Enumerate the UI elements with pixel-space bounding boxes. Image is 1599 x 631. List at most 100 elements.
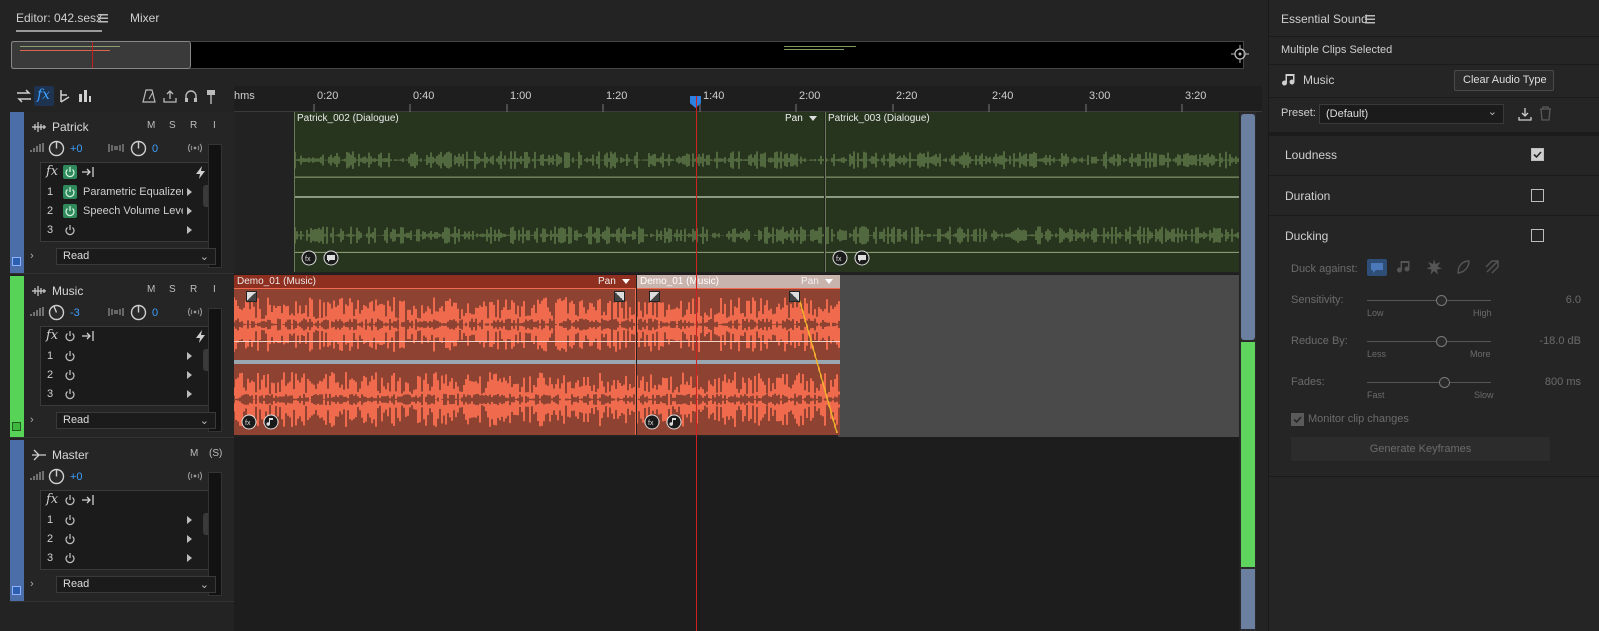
- power-icon[interactable]: [63, 493, 77, 507]
- clip-demo-01-a[interactable]: Demo_01 (Music) Pan fx: [234, 275, 636, 435]
- insert-icon[interactable]: [81, 166, 95, 178]
- track-color-strip[interactable]: [10, 440, 24, 601]
- switch-icon[interactable]: [16, 89, 32, 103]
- chevron-right-icon[interactable]: [187, 207, 192, 215]
- overview-bar[interactable]: [11, 41, 1244, 69]
- volume-value[interactable]: +0: [70, 471, 83, 483]
- fade-in-handle[interactable]: [246, 291, 257, 302]
- pan-value[interactable]: 0: [152, 143, 158, 155]
- preset-select[interactable]: (Default) ⌄: [1319, 104, 1504, 124]
- marker-icon[interactable]: [205, 89, 217, 105]
- clip-pan-label[interactable]: Pan: [785, 113, 803, 124]
- ducking-label[interactable]: Ducking: [1285, 229, 1328, 243]
- clip-fx-icon[interactable]: fx: [301, 250, 317, 266]
- effect-slot[interactable]: 1: [41, 511, 217, 530]
- chevron-right-icon[interactable]: [187, 554, 192, 562]
- pan-knob[interactable]: [130, 140, 147, 157]
- fades-value[interactable]: 800 ms: [1519, 376, 1581, 388]
- power-icon[interactable]: [63, 204, 77, 218]
- timeline[interactable]: Patrick_002 (Dialogue) Pan fx Patrick_00…: [234, 112, 1239, 631]
- lane-master[interactable]: [234, 438, 1239, 631]
- clip-demo-01-b[interactable]: Demo_01 (Music) Pan fx: [637, 275, 840, 435]
- output-icon[interactable]: [187, 471, 203, 481]
- overview-viewport[interactable]: [11, 41, 191, 69]
- chevron-right-icon[interactable]: [187, 390, 192, 398]
- solo-button[interactable]: S: [169, 284, 176, 295]
- reduce-by-slider-track[interactable]: [1367, 341, 1491, 342]
- clip-patrick-002[interactable]: Patrick_002 (Dialogue) Pan fx: [294, 112, 824, 272]
- ducking-checkbox[interactable]: [1531, 229, 1544, 242]
- chevron-right-icon[interactable]: [187, 516, 192, 524]
- tab-editor[interactable]: Editor: 042.sesx: [16, 11, 103, 32]
- effect-slot[interactable]: 3: [41, 221, 217, 240]
- clip-pan-label[interactable]: Pan: [598, 276, 616, 287]
- power-icon[interactable]: [63, 551, 77, 565]
- volume-envelope[interactable]: [797, 289, 840, 435]
- generate-keyframes-button[interactable]: Generate Keyframes: [1291, 437, 1550, 461]
- power-icon[interactable]: [63, 532, 77, 546]
- track-name[interactable]: Patrick: [52, 120, 89, 134]
- loudness-label[interactable]: Loudness: [1285, 148, 1337, 162]
- power-icon[interactable]: [63, 387, 77, 401]
- power-icon[interactable]: [63, 185, 77, 199]
- clip-fx-icon[interactable]: fx: [832, 250, 848, 266]
- sensitivity-value[interactable]: 6.0: [1533, 294, 1581, 306]
- pan-value[interactable]: 0: [152, 307, 158, 319]
- zoom-target-icon[interactable]: [1231, 45, 1249, 63]
- clear-audio-type-button[interactable]: Clear Audio Type: [1454, 70, 1554, 91]
- track-header-music[interactable]: Music M S R I -3 0 fx 1 2 3 › Read ⌄: [10, 276, 234, 438]
- timeline-vertical-scrollbar[interactable]: [1240, 112, 1256, 631]
- track-header-patrick[interactable]: Patrick M S R I +0 0 fx 1 Parametric Equ…: [10, 112, 234, 274]
- solo-button[interactable]: S: [169, 120, 176, 131]
- power-icon[interactable]: [63, 165, 77, 179]
- effect-name[interactable]: Speech Volume Leveler: [83, 205, 183, 217]
- track-name[interactable]: Master: [52, 448, 89, 462]
- effect-name[interactable]: Parametric Equalizer: [83, 186, 183, 198]
- fades-slider-track[interactable]: [1367, 382, 1491, 383]
- fades-slider-knob[interactable]: [1438, 377, 1450, 388]
- duck-music-icon[interactable]: [1397, 259, 1413, 275]
- chevron-down-icon[interactable]: [809, 116, 817, 121]
- reduce-by-value[interactable]: -18.0 dB: [1509, 335, 1581, 347]
- menu-icon[interactable]: [98, 14, 108, 23]
- scrollbar-thumb[interactable]: [1241, 114, 1255, 340]
- effect-slot[interactable]: 2: [41, 366, 217, 385]
- tracks-icon[interactable]: [58, 89, 72, 103]
- track-color-strip[interactable]: [10, 276, 24, 437]
- chevron-down-icon[interactable]: [622, 279, 630, 284]
- clip-patrick-003[interactable]: Patrick_003 (Dialogue) fx: [825, 112, 1239, 272]
- effect-slot[interactable]: 2: [41, 530, 217, 549]
- chevron-right-icon[interactable]: [187, 226, 192, 234]
- volume-knob[interactable]: [48, 468, 65, 485]
- music-note-icon[interactable]: [666, 414, 682, 430]
- mute-button[interactable]: M: [190, 448, 198, 459]
- chevron-right-icon[interactable]: [187, 188, 192, 196]
- menu-icon[interactable]: [1365, 15, 1375, 24]
- download-icon[interactable]: [1518, 107, 1532, 121]
- trash-icon[interactable]: [1539, 106, 1552, 121]
- power-icon[interactable]: [63, 329, 77, 343]
- effect-slot[interactable]: 3: [41, 549, 217, 568]
- chevron-right-icon[interactable]: ›: [30, 250, 34, 262]
- clip-pan-label[interactable]: Pan: [801, 276, 819, 287]
- sensitivity-slider-knob[interactable]: [1436, 295, 1448, 306]
- mute-button[interactable]: M: [147, 120, 155, 131]
- speech-bubble-icon[interactable]: [323, 250, 339, 266]
- playhead[interactable]: [696, 96, 697, 631]
- loudness-checkbox[interactable]: [1531, 148, 1544, 161]
- fx-icon[interactable]: fx: [34, 86, 54, 106]
- output-icon[interactable]: [187, 307, 203, 317]
- insert-icon[interactable]: [81, 494, 95, 506]
- effect-slot[interactable]: 2 Speech Volume Leveler: [41, 202, 217, 221]
- chevron-right-icon[interactable]: [187, 371, 192, 379]
- duck-sfx-icon[interactable]: [1426, 259, 1442, 275]
- clip-fx-icon[interactable]: fx: [241, 414, 257, 430]
- fade-out-handle[interactable]: [614, 291, 625, 302]
- automation-mode-select[interactable]: Read ⌄: [56, 412, 216, 429]
- duck-unassigned-icon[interactable]: [1484, 259, 1500, 275]
- input-monitor-button[interactable]: I: [213, 120, 216, 131]
- duck-dialogue-icon[interactable]: [1367, 259, 1387, 276]
- reduce-by-slider-knob[interactable]: [1436, 336, 1448, 347]
- fade-out-handle[interactable]: [789, 291, 800, 302]
- upload-icon[interactable]: [163, 89, 177, 103]
